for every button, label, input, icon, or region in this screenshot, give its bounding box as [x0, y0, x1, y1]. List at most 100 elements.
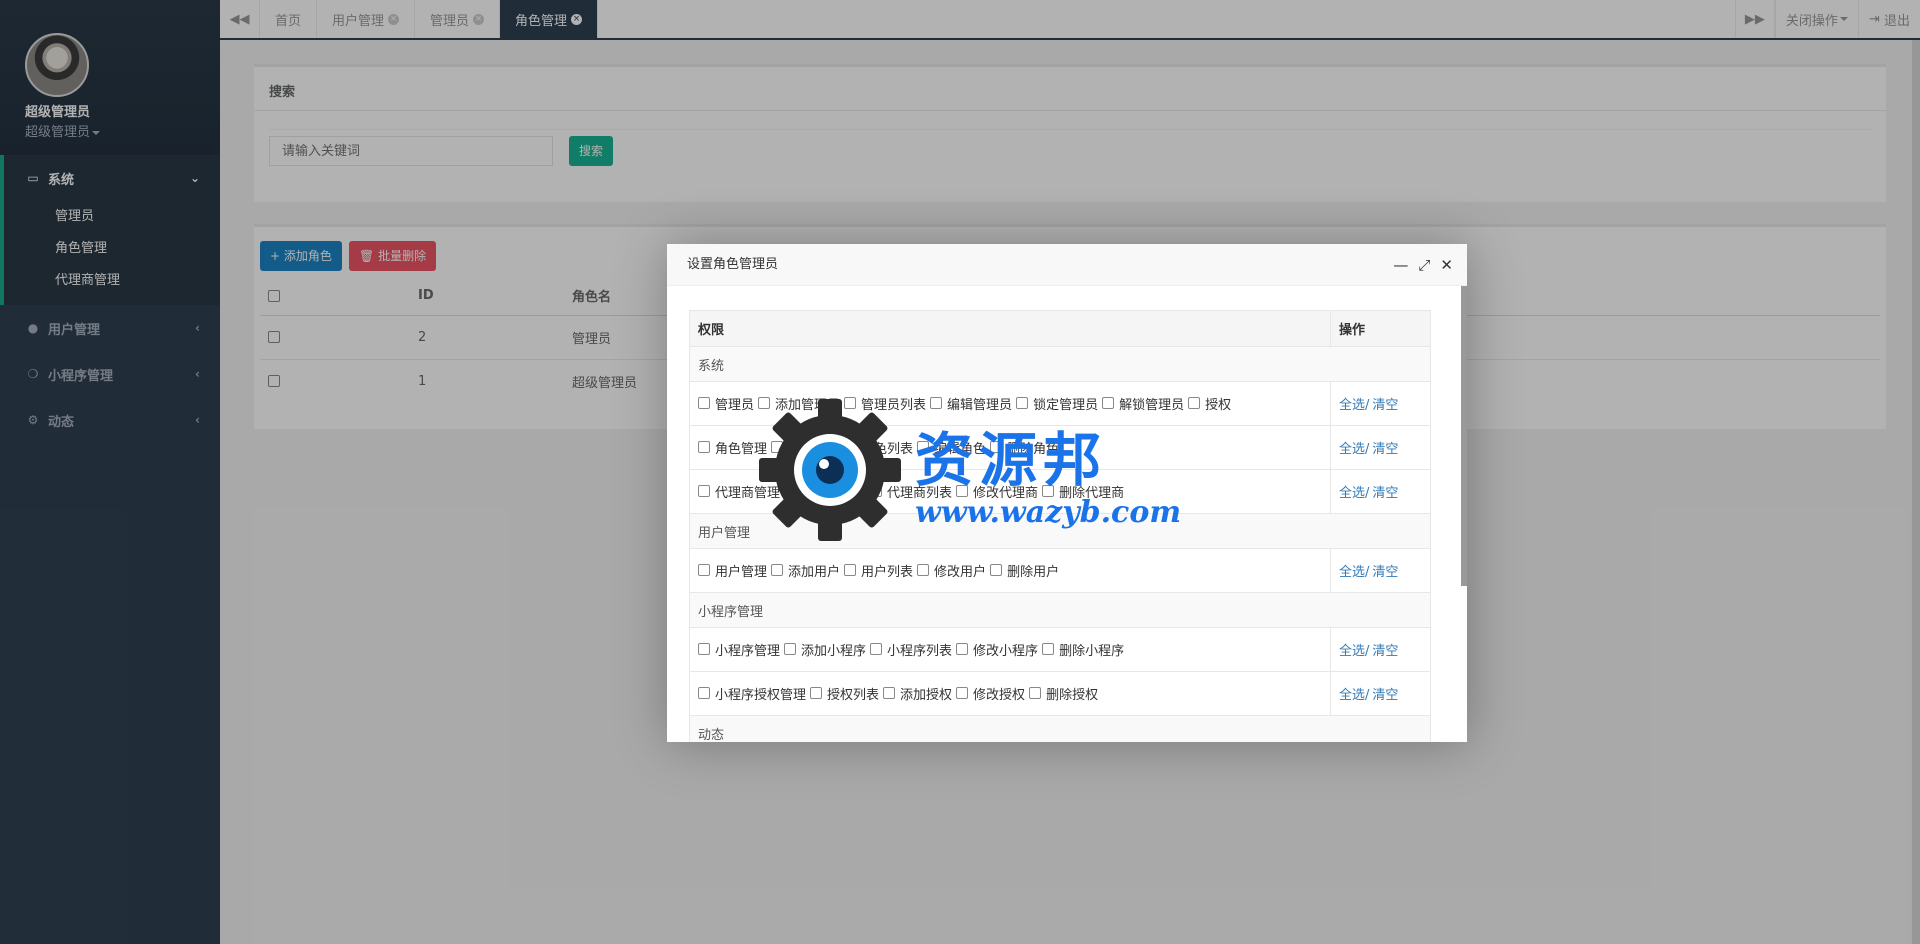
select-all-link[interactable]: 全选/	[1339, 644, 1369, 659]
permission-option[interactable]: 授权列表	[810, 684, 879, 703]
permission-option[interactable]: 删除授权	[1029, 684, 1098, 703]
close-icon[interactable]: ✕	[1440, 244, 1453, 286]
permission-ops: 全选/清空	[1330, 671, 1431, 716]
permission-label: 添加用户	[788, 564, 841, 580]
permission-checkbox[interactable]	[698, 441, 710, 454]
permission-ops: 全选/清空	[1330, 548, 1431, 593]
permission-checkbox[interactable]	[1042, 643, 1055, 656]
clear-link[interactable]: 清空	[1372, 688, 1398, 703]
permission-option[interactable]: 小程序管理	[698, 640, 780, 659]
minimize-icon[interactable]: —	[1393, 244, 1408, 286]
permission-checkbox[interactable]	[1016, 397, 1029, 410]
permission-option[interactable]: 角色管理	[698, 438, 767, 457]
permission-option[interactable]: 修改小程序	[956, 640, 1038, 659]
permission-checkbox[interactable]	[698, 643, 710, 656]
permission-checkbox[interactable]	[844, 441, 857, 454]
permission-option[interactable]: 用户列表	[844, 561, 913, 580]
permission-checkbox[interactable]	[1029, 687, 1042, 700]
permission-checkbox[interactable]	[990, 564, 1003, 577]
permission-checkbox[interactable]	[758, 397, 771, 410]
permission-option[interactable]: 添加授权	[883, 684, 952, 703]
permission-header-row: 权限 操作	[689, 310, 1431, 347]
permission-option[interactable]: 代理商列表	[870, 482, 952, 501]
permission-checkbox[interactable]	[771, 441, 784, 454]
permission-checkbox[interactable]	[844, 397, 857, 410]
permission-option[interactable]: 添加代理商	[784, 482, 866, 501]
permission-option[interactable]: 删除小程序	[1042, 640, 1124, 659]
permission-option[interactable]: 添加用户	[771, 561, 840, 580]
permission-checkbox[interactable]	[956, 643, 969, 656]
permission-option[interactable]: 修改授权	[956, 684, 1025, 703]
permission-checkbox[interactable]	[956, 687, 969, 700]
permission-checkbox[interactable]	[917, 564, 930, 577]
permission-label: 解锁管理员	[1119, 397, 1185, 413]
permission-label: 删除小程序	[1059, 643, 1125, 659]
permission-label: 代理商管理	[715, 485, 781, 501]
permission-option[interactable]: 添加小程序	[784, 640, 866, 659]
select-all-link[interactable]: 全选/	[1339, 398, 1369, 413]
permission-label: 角色管理	[715, 441, 768, 457]
permission-list: 角色管理 添加角色 角色列表 编辑角色 删除角色	[689, 425, 1331, 470]
select-all-link[interactable]: 全选/	[1339, 688, 1369, 703]
permission-option[interactable]: 添加角色	[771, 438, 840, 457]
clear-link[interactable]: 清空	[1372, 398, 1398, 413]
permission-checkbox[interactable]	[784, 485, 797, 498]
permission-checkbox[interactable]	[1042, 485, 1055, 498]
permission-option[interactable]: 小程序授权管理	[698, 684, 806, 703]
permission-list: 小程序授权管理 授权列表 添加授权 修改授权 删除授权	[689, 671, 1331, 716]
clear-link[interactable]: 清空	[1372, 644, 1398, 659]
permission-label: 授权	[1205, 397, 1232, 413]
permission-checkbox[interactable]	[930, 397, 943, 410]
select-all-link[interactable]: 全选/	[1339, 442, 1369, 457]
permission-option[interactable]: 修改用户	[917, 561, 986, 580]
permission-option[interactable]: 解锁管理员	[1102, 394, 1184, 413]
permission-checkbox[interactable]	[698, 397, 710, 410]
permission-label: 授权列表	[827, 687, 880, 703]
select-all-link[interactable]: 全选/	[1339, 565, 1369, 580]
permission-checkbox[interactable]	[810, 687, 823, 700]
permission-option[interactable]: 编辑管理员	[930, 394, 1012, 413]
permission-label: 添加代理商	[801, 485, 867, 501]
permission-checkbox[interactable]	[784, 643, 797, 656]
permission-checkbox[interactable]	[771, 564, 784, 577]
permission-checkbox[interactable]	[1188, 397, 1201, 410]
permission-option[interactable]: 删除用户	[990, 561, 1059, 580]
permission-list: 用户管理 添加用户 用户列表 修改用户 删除用户	[689, 548, 1331, 593]
permission-option[interactable]: 代理商管理	[698, 482, 780, 501]
permission-option[interactable]: 用户管理	[698, 561, 767, 580]
permission-group-name: 动态	[689, 715, 1431, 742]
permission-ops: 全选/清空	[1330, 627, 1431, 672]
permission-option[interactable]: 授权	[1188, 394, 1231, 413]
permission-checkbox[interactable]	[883, 687, 896, 700]
role-permission-modal: 设置角色管理员 — ⤢ ✕ 权限 操作 系统 管理员 添加管理员 管理员列表 编辑管理员…	[667, 244, 1467, 742]
maximize-icon[interactable]: ⤢	[1418, 244, 1430, 286]
clear-link[interactable]: 清空	[1372, 565, 1398, 580]
permission-option[interactable]: 管理员列表	[844, 394, 926, 413]
permission-option[interactable]: 锁定管理员	[1016, 394, 1098, 413]
permission-option[interactable]: 管理员	[698, 394, 754, 413]
permission-option[interactable]: 编辑角色	[917, 438, 986, 457]
permission-label: 修改代理商	[973, 485, 1039, 501]
permission-checkbox[interactable]	[698, 687, 710, 700]
permission-option[interactable]: 修改代理商	[956, 482, 1038, 501]
clear-link[interactable]: 清空	[1372, 442, 1398, 457]
permission-checkbox[interactable]	[870, 643, 883, 656]
permission-checkbox[interactable]	[956, 485, 969, 498]
permission-option[interactable]: 删除角色	[990, 438, 1059, 457]
permission-option[interactable]: 添加管理员	[758, 394, 840, 413]
select-all-link[interactable]: 全选/	[1339, 486, 1369, 501]
permission-checkbox[interactable]	[698, 564, 710, 577]
permission-label: 添加授权	[900, 687, 953, 703]
permission-option[interactable]: 角色列表	[844, 438, 913, 457]
permission-checkbox[interactable]	[1102, 397, 1115, 410]
permission-checkbox[interactable]	[990, 441, 1003, 454]
clear-link[interactable]: 清空	[1372, 486, 1398, 501]
permission-option[interactable]: 删除代理商	[1042, 482, 1124, 501]
permission-row: 小程序管理 添加小程序 小程序列表 修改小程序 删除小程序 全选/清空	[689, 627, 1431, 672]
permission-option[interactable]: 小程序列表	[870, 640, 952, 659]
permission-checkbox[interactable]	[870, 485, 883, 498]
permission-checkbox[interactable]	[844, 564, 857, 577]
permission-group-row: 小程序管理	[689, 592, 1431, 628]
permission-checkbox[interactable]	[917, 441, 930, 454]
permission-checkbox[interactable]	[698, 485, 710, 498]
